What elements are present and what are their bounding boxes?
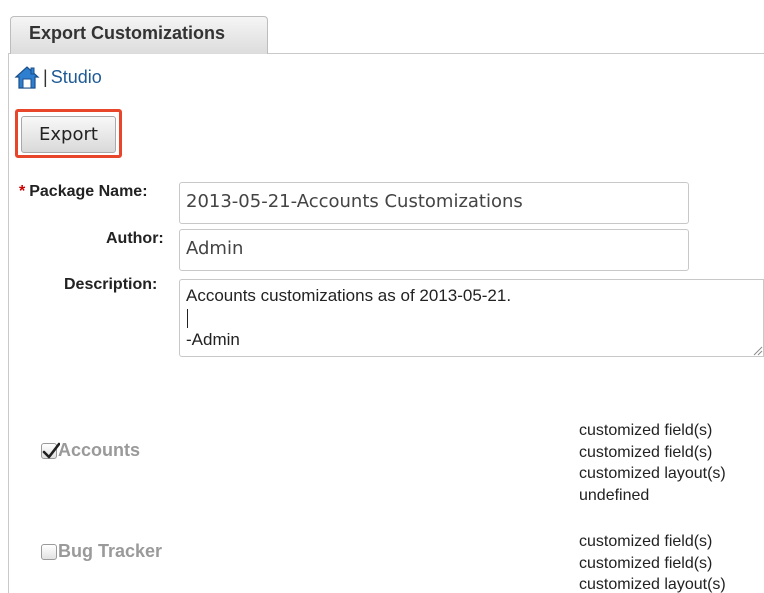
module-accounts: Accounts bbox=[41, 440, 140, 461]
module-bug-tracker: Bug Tracker bbox=[41, 541, 162, 562]
text-caret bbox=[187, 309, 188, 328]
author-input[interactable]: Admin bbox=[179, 229, 689, 271]
bug-tracker-details: customized field(s) customized field(s) … bbox=[579, 531, 726, 593]
breadcrumb-separator: | bbox=[43, 66, 48, 87]
detail-line: customized field(s) bbox=[579, 533, 713, 550]
export-button[interactable]: Export bbox=[21, 116, 116, 153]
home-icon[interactable] bbox=[14, 64, 40, 90]
bug-tracker-checkbox[interactable] bbox=[41, 543, 57, 560]
detail-line: customized field(s) bbox=[579, 443, 713, 461]
panel-border bbox=[8, 54, 9, 593]
checkmark-icon bbox=[42, 442, 60, 458]
resize-handle-icon[interactable] bbox=[751, 344, 763, 356]
studio-link[interactable]: Studio bbox=[51, 67, 102, 88]
module-name: Bug Tracker bbox=[58, 541, 163, 561]
author-label: Author: bbox=[106, 230, 164, 247]
export-customizations-page: Export Customizations | Studio Export * P… bbox=[0, 0, 764, 593]
tab-export-customizations[interactable]: Export Customizations bbox=[10, 16, 268, 54]
detail-line: customized layout(s) bbox=[579, 465, 726, 482]
detail-line: customized field(s) bbox=[579, 554, 713, 572]
module-name: Accounts bbox=[58, 440, 141, 460]
detail-line: customized layout(s) bbox=[579, 576, 726, 593]
description-label: Description: bbox=[64, 276, 158, 293]
detail-line: customized field(s) bbox=[579, 422, 713, 439]
breadcrumb: | Studio bbox=[14, 62, 102, 92]
tab-bar: Export Customizations bbox=[8, 12, 764, 54]
accounts-checkbox[interactable] bbox=[41, 442, 60, 459]
description-line-3: -Admin bbox=[186, 330, 240, 349]
accounts-details: customized field(s) customized field(s) … bbox=[579, 420, 726, 506]
detail-line: undefined bbox=[579, 486, 650, 504]
description-textarea[interactable]: Accounts customizations as of 2013-05-21… bbox=[179, 279, 764, 357]
package-name-input[interactable]: 2013-05-21-Accounts Customizations bbox=[179, 182, 689, 224]
package-name-label-text: Package Name: bbox=[29, 183, 148, 200]
required-asterisk: * bbox=[19, 183, 26, 200]
description-line-1: Accounts customizations as of 2013-05-21… bbox=[186, 286, 512, 305]
package-name-label: * Package Name: bbox=[19, 183, 148, 201]
